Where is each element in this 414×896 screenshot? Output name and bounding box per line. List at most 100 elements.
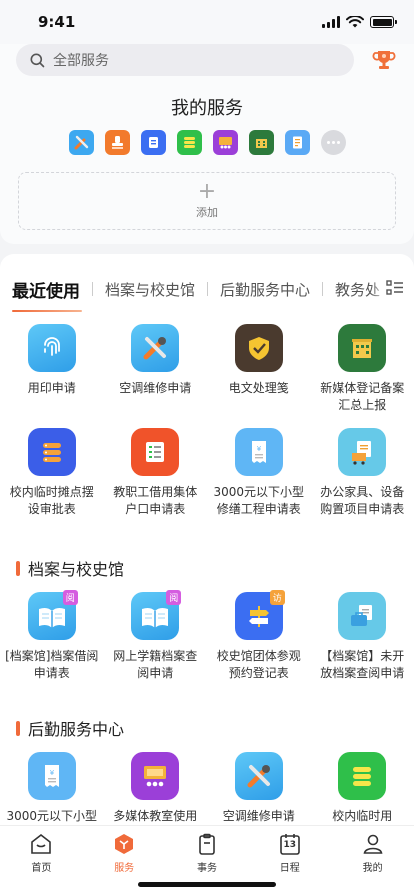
logistics-grid: ¥ 3000元以下小型修缮 多媒体教室使用申请 空调维修申请 校内临时用 xyxy=(0,752,414,825)
book-read-icon: 阅 xyxy=(131,590,182,640)
tab-logistics[interactable]: 后勤服务中心 xyxy=(208,279,322,300)
service-name: 3000元以下小型修缮工程申请表 xyxy=(213,485,305,516)
search-placeholder: 全部服务 xyxy=(53,53,109,69)
plus-icon: + xyxy=(197,179,217,204)
checklist-icon xyxy=(131,428,180,476)
service-name: 用印申请 xyxy=(27,381,76,395)
trophy-icon[interactable] xyxy=(370,46,398,74)
my-services-title: 我的服务 xyxy=(171,98,243,119)
report-icon[interactable] xyxy=(285,130,310,155)
more-icon[interactable] xyxy=(321,130,346,155)
tab-label: 日程 xyxy=(279,863,300,874)
section-logistics-header: 后勤服务中心 xyxy=(16,716,124,740)
calendar-day: 13 xyxy=(283,840,297,850)
service-item[interactable]: 教职工借用集体户口申请表 xyxy=(104,428,208,532)
service-item[interactable]: 电文处理笺 xyxy=(207,324,311,428)
search-input[interactable]: 全部服务 xyxy=(16,44,354,76)
recent-grid: 用印申请 空调维修申请 电文处理笺 新媒体登记备案汇总上报 校内临时摊点摆设审批… xyxy=(0,324,414,532)
service-item[interactable]: 新媒体登记备案汇总上报 xyxy=(311,324,414,428)
service-catalog: 最近使用 档案与校史馆 后勤服务中心 教务处 用印申请 空调维修申请 电文处理笺… xyxy=(0,254,414,825)
section-title: 后勤服务中心 xyxy=(28,720,125,739)
tab-label: 首页 xyxy=(31,863,52,874)
fingerprint-icon xyxy=(27,324,76,372)
add-label: 添加 xyxy=(196,206,218,219)
service-name: 空调维修申请 xyxy=(119,381,192,395)
tab-archives[interactable]: 档案与校史馆 xyxy=(93,279,207,300)
service-cube-icon xyxy=(115,834,134,854)
battery-icon xyxy=(370,16,397,28)
service-item[interactable]: 空调维修申请 xyxy=(104,324,208,428)
calendar-icon: 13 xyxy=(278,832,302,856)
service-name: 办公家具、设备购置项目申请表 xyxy=(320,485,405,516)
status-bar: 9:41 xyxy=(0,0,414,44)
service-item[interactable]: 访 校史馆团体参观预约登记表 xyxy=(207,590,311,696)
media-icon[interactable] xyxy=(213,130,238,155)
status-indicators xyxy=(322,16,397,28)
home-icon xyxy=(31,833,52,854)
tools-icon xyxy=(131,324,180,372)
service-name: 校史馆团体参观预约登记表 xyxy=(216,649,301,680)
service-item[interactable]: ¥ 3000元以下小型修缮工程申请表 xyxy=(207,428,311,532)
document-icon[interactable] xyxy=(141,130,166,155)
service-name: 网上学籍档案查阅申请 xyxy=(113,649,198,680)
service-name: 新媒体登记备案汇总上报 xyxy=(320,381,405,412)
badge-read: 阅 xyxy=(62,590,78,605)
badge-visit: 访 xyxy=(269,590,285,605)
tab-menu-button[interactable] xyxy=(370,270,414,306)
tab-profile[interactable]: 我的 xyxy=(331,826,414,896)
service-name: 校内临时用 xyxy=(332,809,393,823)
tab-label: 我的 xyxy=(362,863,383,874)
service-name: 多媒体教室使用申请 xyxy=(113,809,198,823)
service-name: 3000元以下小型修缮 xyxy=(6,809,98,823)
person-icon xyxy=(363,834,383,854)
service-name: 电文处理笺 xyxy=(228,381,289,395)
section-title: 档案与校史馆 xyxy=(28,560,125,579)
receipt-icon: ¥ xyxy=(27,752,76,800)
signpost-icon: 访 xyxy=(234,590,285,640)
add-service-button[interactable]: + 添加 xyxy=(18,172,396,230)
service-item[interactable]: 多媒体教室使用申请 xyxy=(104,752,208,825)
server-icon[interactable] xyxy=(177,130,202,155)
service-item[interactable]: 校内临时用 xyxy=(311,752,414,825)
clipboard-icon xyxy=(199,833,215,855)
service-item[interactable]: 用印申请 xyxy=(0,324,104,428)
service-item[interactable]: 阅 网上学籍档案查阅申请 xyxy=(104,590,208,696)
tools-icon xyxy=(234,752,283,800)
service-name: [档案馆]档案借阅申请表 xyxy=(5,649,99,680)
svg-text:¥: ¥ xyxy=(50,769,55,777)
service-name: 教职工借用集体户口申请表 xyxy=(113,485,198,516)
tab-label: 事务 xyxy=(196,863,217,874)
building-icon xyxy=(338,324,387,372)
server-icon xyxy=(27,428,76,476)
tab-home[interactable]: 首页 xyxy=(0,826,83,896)
service-item[interactable]: 【档案馆】未开放档案查阅申请 xyxy=(311,592,414,696)
media-icon xyxy=(131,752,180,800)
cart-icon xyxy=(338,428,387,476)
service-item[interactable]: 空调维修申请 xyxy=(207,752,311,825)
archives-grid: 阅 [档案馆]档案借阅申请表 阅 网上学籍档案查阅申请 访 校史馆团体参观预约登… xyxy=(0,590,414,696)
service-item[interactable]: ¥ 3000元以下小型修缮 xyxy=(0,752,104,825)
signal-icon xyxy=(322,16,340,28)
list-menu-icon xyxy=(386,280,403,295)
badge-read: 阅 xyxy=(166,590,182,605)
shield-icon xyxy=(234,324,283,372)
svg-text:¥: ¥ xyxy=(257,445,262,453)
service-item[interactable]: 阅 [档案馆]档案借阅申请表 xyxy=(0,590,104,696)
service-item[interactable]: 办公家具、设备购置项目申请表 xyxy=(311,428,414,532)
section-marker xyxy=(16,720,20,736)
section-marker xyxy=(16,560,20,576)
my-services-panel: 全部服务 我的服务 + 添加 xyxy=(0,44,414,244)
receipt-icon: ¥ xyxy=(234,428,283,476)
server-icon xyxy=(338,752,387,800)
briefcase-icon xyxy=(338,592,387,640)
tools-icon[interactable] xyxy=(69,130,94,155)
service-name: 【档案馆】未开放档案查阅申请 xyxy=(320,649,405,680)
status-time: 9:41 xyxy=(38,13,76,31)
wifi-icon xyxy=(346,16,364,28)
service-name: 空调维修申请 xyxy=(222,809,295,823)
tab-recent[interactable]: 最近使用 xyxy=(0,277,92,312)
service-item[interactable]: 校内临时摊点摆设审批表 xyxy=(0,428,104,532)
building-icon[interactable] xyxy=(249,130,274,155)
stamp-icon[interactable] xyxy=(105,130,130,155)
tab-label: 服务 xyxy=(114,863,135,874)
